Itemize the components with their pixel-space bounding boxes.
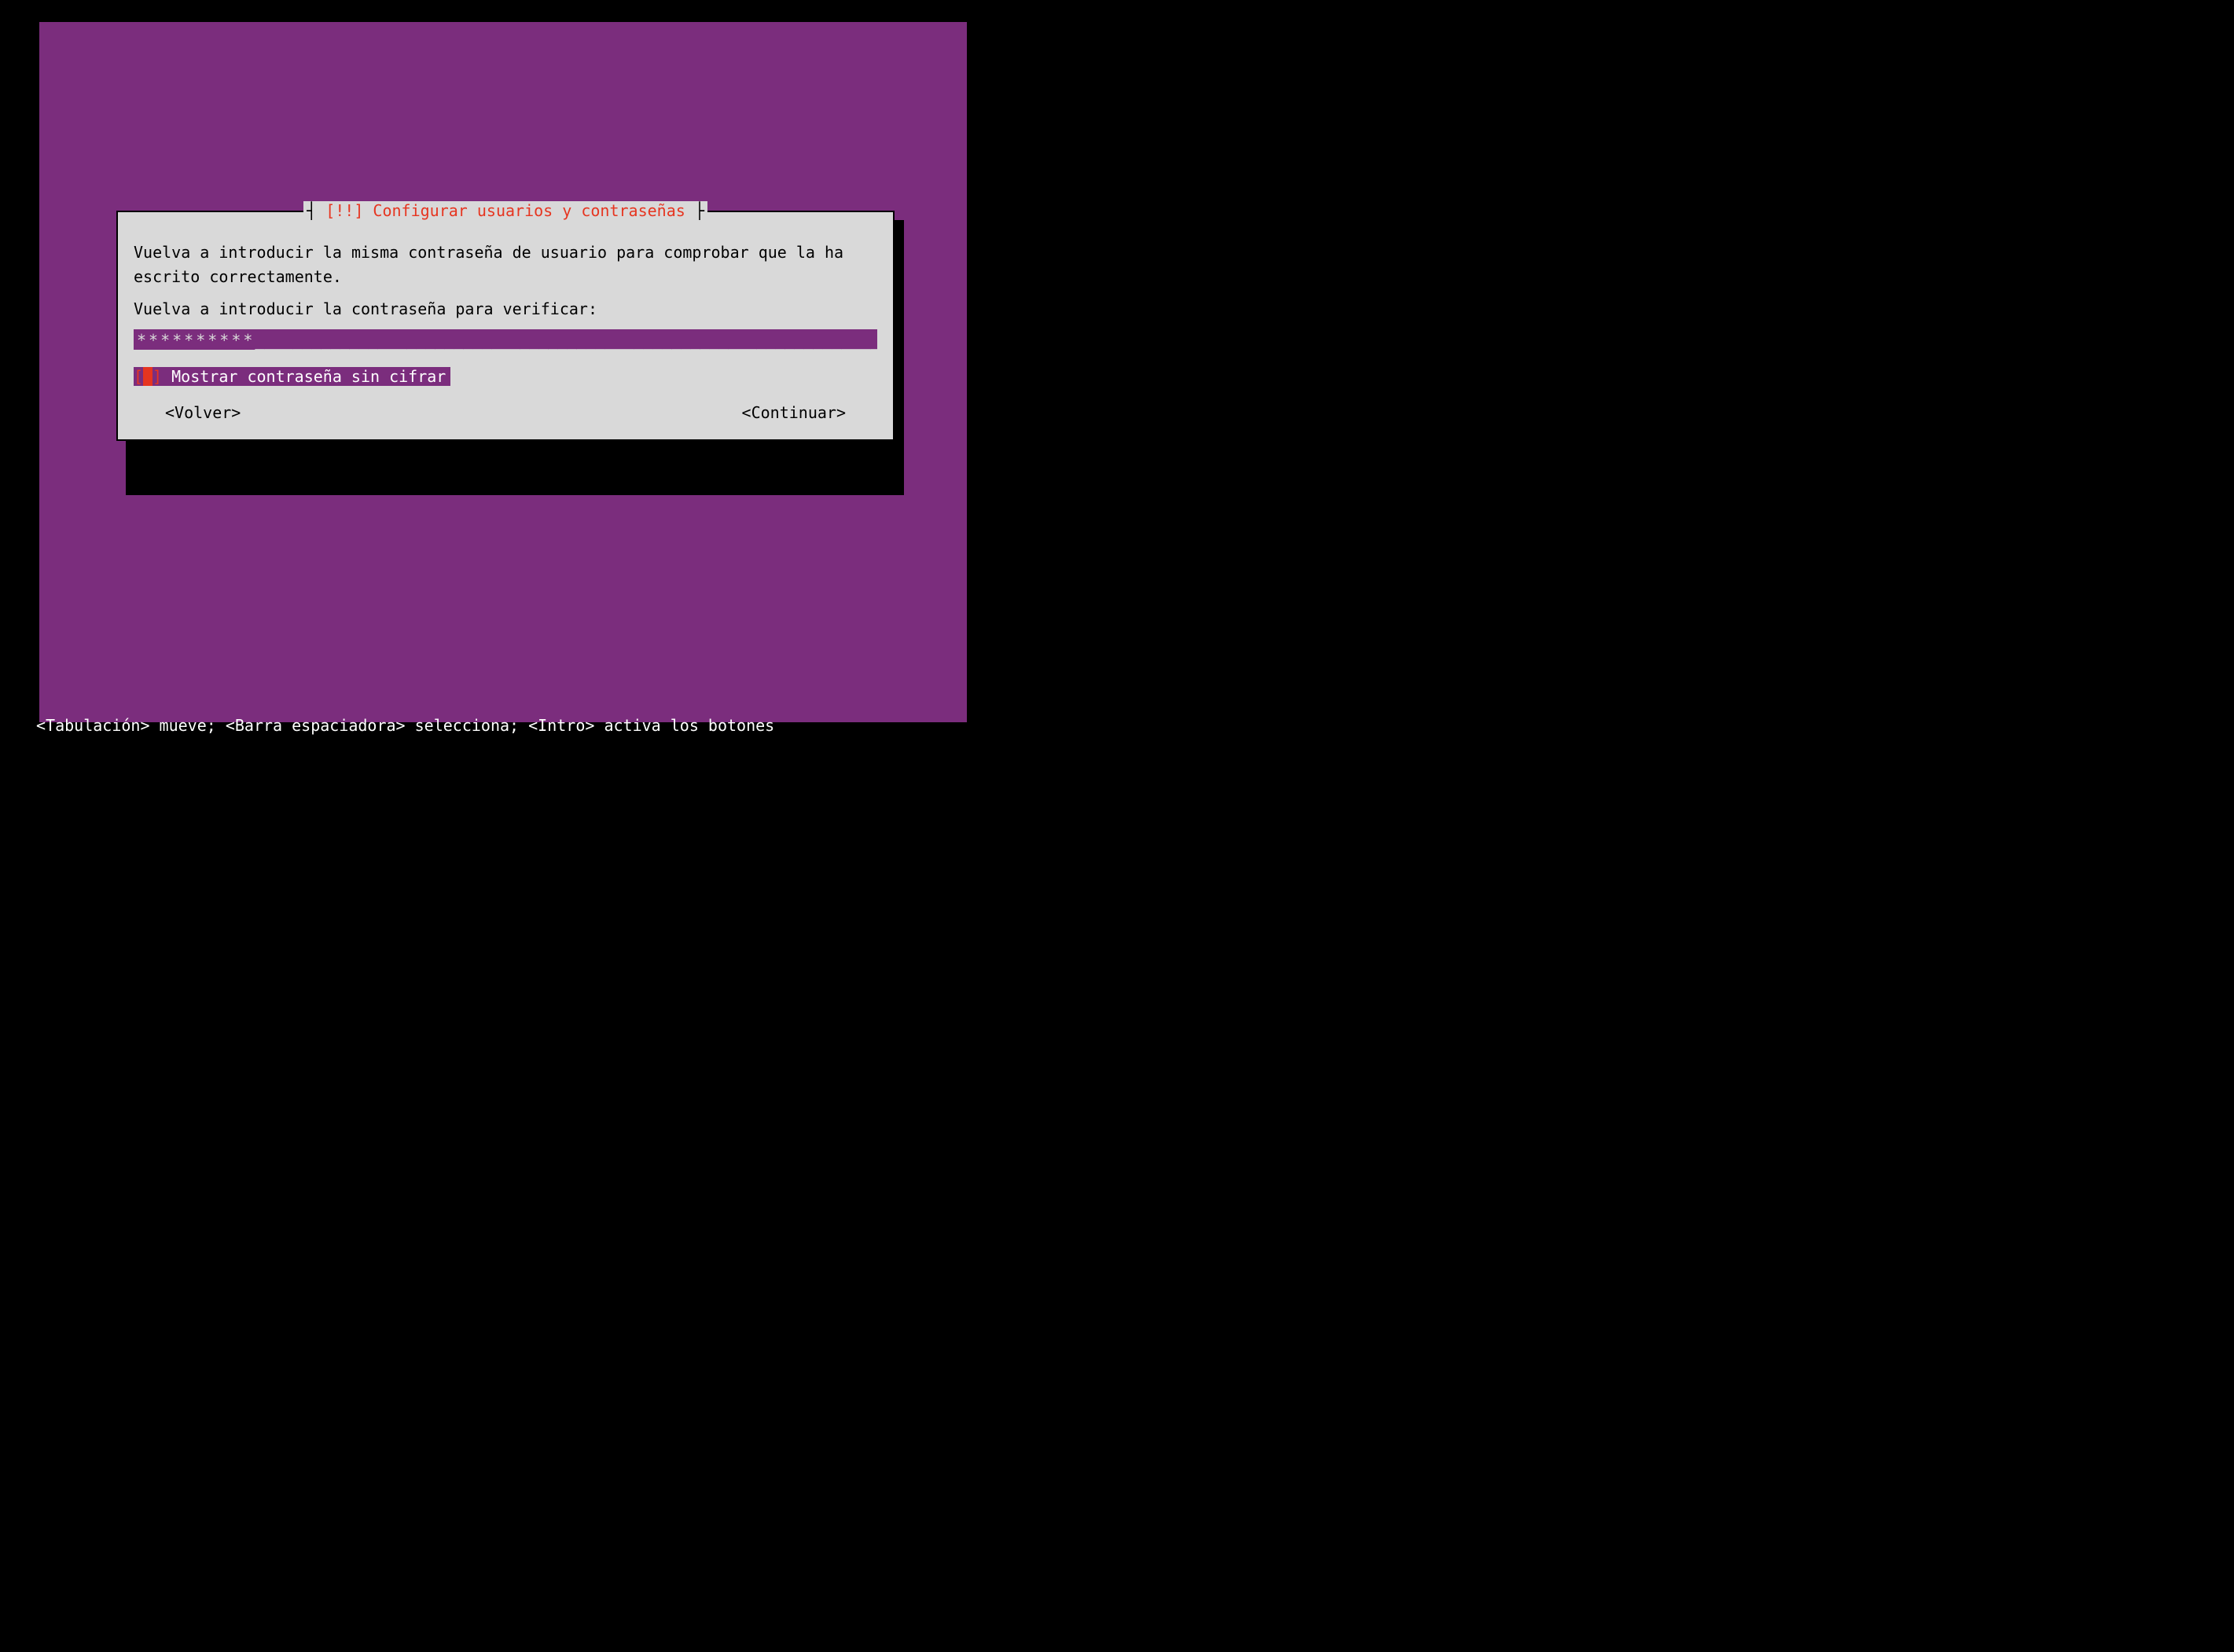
help-footer: <Tabulación> mueve; <Barra espaciadora> …	[36, 716, 774, 735]
password-verify-dialog: ┤ [!!] Configurar usuarios y contraseñas…	[116, 211, 895, 441]
dialog-title-text: Configurar usuarios y contraseñas	[373, 201, 685, 220]
continue-button[interactable]: <Continuar>	[742, 403, 846, 422]
password-input[interactable]: **********______________________________…	[134, 329, 877, 350]
back-button[interactable]: <Volver>	[165, 403, 241, 422]
dialog-title: ┤ [!!] Configurar usuarios y contraseñas…	[303, 201, 707, 220]
instruction-text: Vuelva a introducir la misma contraseña …	[134, 240, 877, 289]
show-password-checkbox[interactable]: [ ] Mostrar contraseña sin cifrar	[134, 367, 450, 386]
dialog-title-prefix: [!!]	[325, 201, 363, 220]
checkbox-label: Mostrar contraseña sin cifrar	[171, 367, 446, 386]
prompt-text: Vuelva a introducir la contraseña para v…	[134, 297, 877, 321]
